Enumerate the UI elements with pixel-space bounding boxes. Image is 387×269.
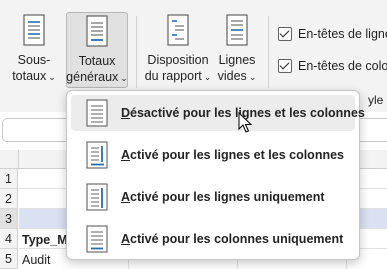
subtotals-icon bbox=[23, 14, 45, 46]
subtotals-label-line1: Sous- bbox=[17, 53, 51, 67]
menu-item-label: ctivé pour les lignes uniquement bbox=[130, 190, 325, 204]
row-headers-option[interactable]: En-têtes de lignes bbox=[278, 27, 387, 41]
on-rows-only-icon bbox=[86, 183, 108, 211]
report-layout-label-line1: Disposition bbox=[147, 53, 209, 67]
blank-rows-label-line1: Lignes bbox=[218, 53, 256, 67]
row-header[interactable]: 2 bbox=[0, 189, 18, 209]
row-headers-checkbox[interactable] bbox=[278, 27, 292, 41]
subtotals-button[interactable]: Sous- totaux ⌄ bbox=[6, 12, 62, 88]
cell-a4[interactable]: Type_M bbox=[22, 233, 68, 247]
menu-item-label: ctivé pour les lignes et les colonnes bbox=[130, 148, 344, 162]
menu-item-accesskey: D bbox=[121, 106, 131, 120]
blank-rows-button[interactable]: Lignes vides ⌄ bbox=[214, 12, 260, 88]
menu-item-off-rows-columns[interactable]: Désactivé pour les lignes et les colonne… bbox=[71, 95, 365, 131]
report-layout-icon bbox=[167, 14, 189, 46]
menu-item-on-rows-only[interactable]: Activé pour les lignes uniquement bbox=[71, 179, 355, 215]
column-headers-option[interactable]: En-têtes de colon bbox=[278, 59, 387, 73]
subtotals-label-line2: totaux bbox=[12, 69, 47, 83]
menu-item-on-columns-only[interactable]: Activé pour les colonnes uniquement bbox=[71, 221, 355, 257]
report-layout-label-line2: du rapport bbox=[144, 69, 202, 83]
grand-totals-icon bbox=[86, 15, 108, 47]
on-columns-only-icon bbox=[86, 225, 108, 253]
select-all-corner[interactable] bbox=[0, 150, 19, 168]
chevron-down-icon: ⌄ bbox=[120, 73, 128, 83]
row-header[interactable]: 5 bbox=[0, 249, 18, 269]
blank-rows-icon bbox=[226, 14, 248, 46]
pivot-styles-label: yle d bbox=[368, 93, 387, 107]
on-rows-columns-icon bbox=[86, 141, 108, 169]
chevron-down-icon: ⌄ bbox=[48, 72, 56, 82]
menu-item-accesskey: A bbox=[121, 148, 131, 162]
grand-totals-button[interactable]: Totaux généraux ⌄ bbox=[66, 12, 128, 88]
grand-totals-label-line2: généraux bbox=[66, 70, 119, 84]
menu-item-accesskey: A bbox=[121, 190, 131, 204]
row-header[interactable]: 3 bbox=[0, 209, 18, 229]
report-layout-button[interactable]: Disposition du rapport ⌄ bbox=[142, 12, 214, 88]
menu-item-label: ctivé pour les colonnes uniquement bbox=[130, 232, 344, 246]
ribbon-separator bbox=[136, 16, 137, 88]
column-headers-label: En-têtes de colon bbox=[298, 59, 387, 73]
blank-rows-label-line2: vides bbox=[217, 69, 247, 83]
chevron-down-icon: ⌄ bbox=[203, 72, 212, 82]
row-headers-label: En-têtes de lignes bbox=[298, 27, 387, 41]
menu-item-accesskey: A bbox=[121, 232, 131, 246]
chevron-down-icon: ⌄ bbox=[248, 72, 257, 82]
grand-totals-label-line1: Totaux bbox=[78, 54, 116, 68]
ribbon-separator bbox=[268, 16, 269, 88]
row-header[interactable]: 4 bbox=[0, 229, 18, 249]
off-rows-columns-icon bbox=[86, 99, 108, 127]
column-headers-checkbox[interactable] bbox=[278, 59, 292, 73]
mouse-cursor-icon bbox=[238, 112, 253, 133]
cell-a5[interactable]: Audit bbox=[22, 253, 51, 267]
row-header[interactable]: 1 bbox=[0, 169, 18, 189]
menu-item-on-rows-columns[interactable]: Activé pour les lignes et les colonnes bbox=[71, 137, 355, 173]
grand-totals-menu: Désactivé pour les lignes et les colonne… bbox=[66, 90, 365, 260]
